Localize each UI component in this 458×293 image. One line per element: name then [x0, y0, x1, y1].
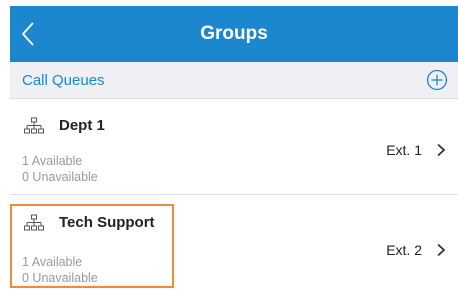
- call-queues-section-header: Call Queues: [10, 62, 458, 99]
- groups-screen: Groups Call Queues Dept 1 1 Available 0 …: [10, 6, 458, 293]
- extension-label: Ext. 1: [386, 142, 422, 158]
- queue-name: Tech Support: [59, 214, 155, 231]
- plus-circle-icon: [426, 69, 448, 91]
- queue-name: Dept 1: [59, 117, 105, 134]
- available-count: 1 Available: [22, 255, 83, 269]
- list-item[interactable]: Tech Support 1 Available 0 Unavailable E…: [10, 195, 458, 293]
- org-chart-icon: [24, 117, 44, 134]
- chevron-right-icon: [437, 243, 446, 257]
- unavailable-count: 0 Unavailable: [22, 271, 98, 285]
- list-item[interactable]: Dept 1 1 Available 0 Unavailable Ext. 1: [10, 99, 458, 195]
- section-title: Call Queues: [22, 72, 105, 89]
- chevron-right-icon: [437, 143, 446, 157]
- page-title: Groups: [200, 23, 268, 44]
- nav-header: Groups: [10, 6, 458, 62]
- left-edge: [0, 0, 10, 293]
- add-queue-button[interactable]: [426, 69, 448, 91]
- extension-label: Ext. 2: [386, 242, 422, 258]
- available-count: 1 Available: [22, 154, 83, 168]
- org-chart-icon: [24, 214, 44, 231]
- unavailable-count: 0 Unavailable: [22, 170, 98, 184]
